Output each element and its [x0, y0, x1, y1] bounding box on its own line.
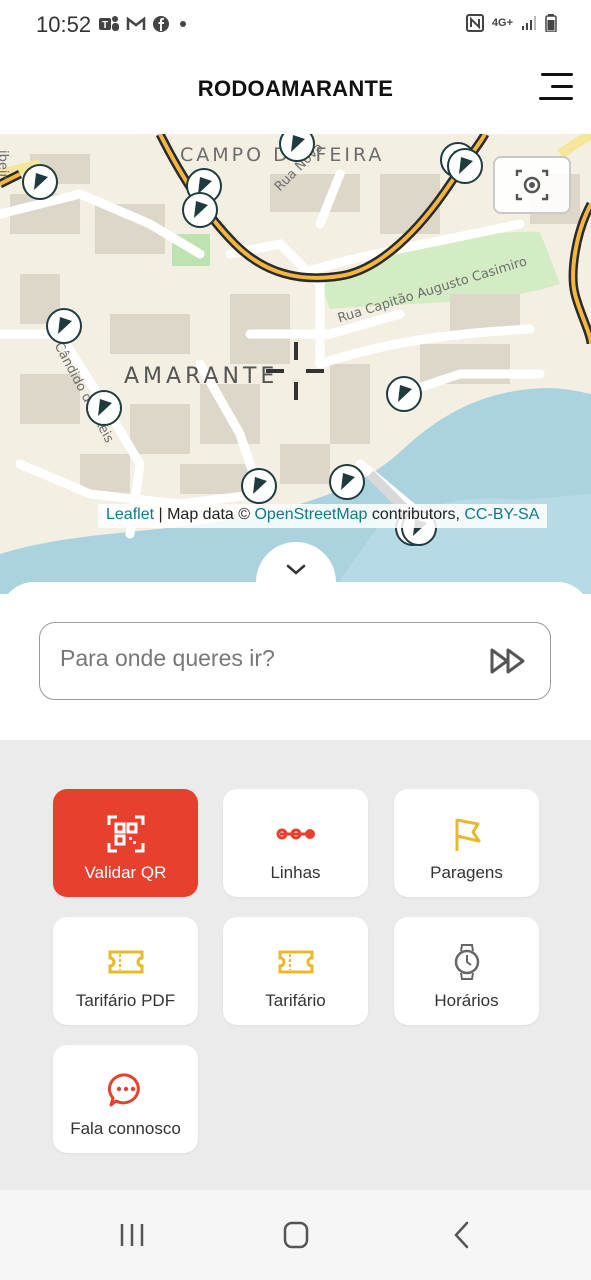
tile-label: Tarifário PDF: [75, 991, 176, 1010]
chat-bubble-icon: [107, 1073, 140, 1107]
fala-connosco-button[interactable]: Fala connosco: [53, 1045, 198, 1153]
attribution-contributors: contributors,: [367, 506, 465, 523]
osm-link[interactable]: OpenStreetMap: [254, 506, 367, 523]
dot-icon: [180, 21, 186, 27]
system-nav-bar: [0, 1190, 591, 1280]
network-type: 4G+: [491, 17, 513, 29]
qr-scan-icon: [107, 815, 144, 853]
signal-icon: [522, 16, 536, 30]
tile-label: Fala connosco: [70, 1119, 181, 1138]
app-header: RODOAMARANTE: [0, 48, 591, 134]
tarifario-pdf-button[interactable]: Tarifário PDF: [53, 917, 198, 1025]
map-label-amarante: AMARANTE: [124, 364, 279, 389]
flag-marker-icon[interactable]: [46, 308, 82, 344]
map-label-edge-left: ibeir: [0, 150, 10, 179]
tile-label: Paragens: [430, 863, 503, 882]
tile-label: Validar QR: [84, 863, 167, 882]
teams-icon: T: [99, 16, 119, 31]
flag-marker-icon[interactable]: [241, 468, 277, 504]
tile-label: Tarifário: [265, 991, 326, 1010]
recents-icon[interactable]: [112, 1220, 152, 1250]
ticket-icon: [108, 950, 143, 974]
hamburger-menu-icon[interactable]: [537, 72, 573, 102]
flag-marker-icon[interactable]: [279, 134, 315, 162]
attribution-text: | Map data ©: [154, 506, 255, 523]
gmail-icon: [126, 16, 146, 30]
map-attribution: Leaflet | Map data © OpenStreetMap contr…: [98, 504, 548, 528]
bottom-sheet: Para onde queres ir?: [0, 582, 591, 740]
fast-forward-icon[interactable]: [490, 647, 528, 675]
paragens-button[interactable]: Paragens: [394, 789, 539, 897]
tarifario-button[interactable]: Tarifário: [223, 917, 368, 1025]
search-input[interactable]: Para onde queres ir?: [60, 645, 275, 672]
back-icon[interactable]: [442, 1220, 482, 1250]
leaflet-link[interactable]: Leaflet: [106, 506, 154, 523]
flag-marker-icon[interactable]: [182, 192, 218, 228]
linhas-button[interactable]: Linhas: [223, 789, 368, 897]
map[interactable]: CAMPO DA FEIRA AMARANTE Rua Nova Rua Cap…: [0, 134, 591, 594]
ticket-icon: [278, 950, 313, 974]
route-line-icon: [276, 828, 315, 840]
home-icon[interactable]: [276, 1220, 316, 1250]
validar-qr-button[interactable]: Validar QR: [53, 789, 198, 897]
locate-button[interactable]: [493, 156, 571, 214]
tile-label: Horários: [434, 991, 499, 1010]
status-time: 10:52: [36, 12, 92, 37]
svg-text:T: T: [102, 20, 108, 31]
status-bar: 10:52 T 4G+: [0, 0, 591, 48]
destination-search[interactable]: Para onde queres ir?: [39, 622, 551, 700]
flag-marker-icon[interactable]: [86, 390, 122, 426]
system-icons: 4G+: [465, 14, 557, 32]
nfc-icon: [465, 14, 484, 32]
flag-marker-icon[interactable]: [22, 164, 58, 200]
horarios-button[interactable]: Horários: [394, 917, 539, 1025]
tile-label: Linhas: [270, 863, 321, 882]
locate-icon: [515, 169, 549, 201]
watch-icon: [454, 944, 479, 980]
notification-icons: T: [98, 14, 190, 34]
quick-actions-grid: Validar QR Linhas Paragens Tarifário PDF…: [0, 740, 591, 1190]
battery-icon: [545, 14, 557, 32]
app-title: RODOAMARANTE: [197, 76, 394, 101]
flag-marker-icon[interactable]: [386, 376, 422, 412]
facebook-icon: [153, 16, 169, 32]
license-link[interactable]: CC-BY-SA: [464, 506, 539, 523]
flag-marker-icon[interactable]: [329, 464, 365, 500]
flag-icon: [455, 818, 480, 851]
flag-marker-icon[interactable]: [447, 148, 483, 184]
